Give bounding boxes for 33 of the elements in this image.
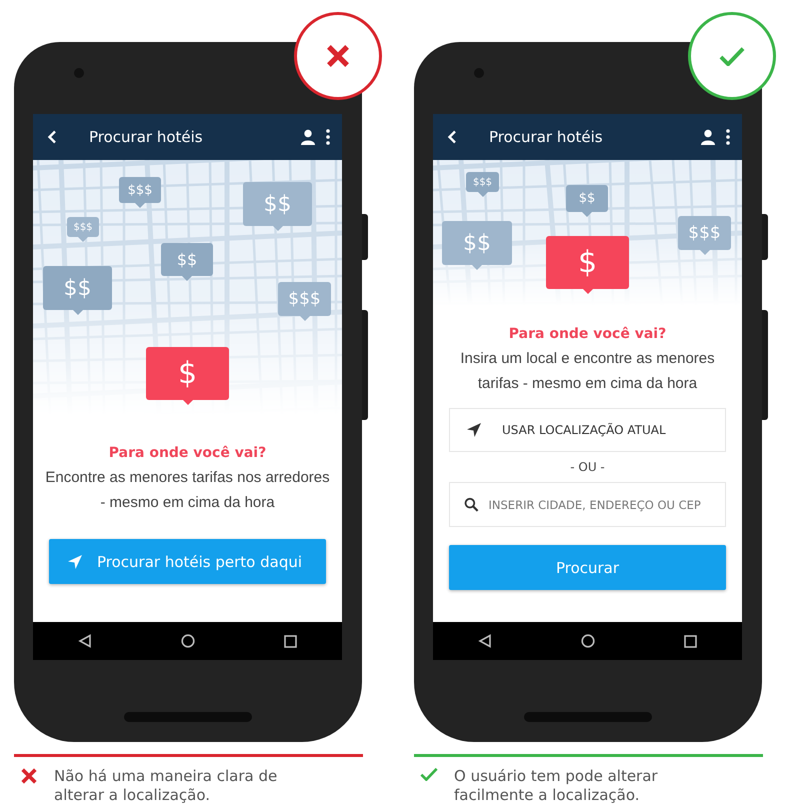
home-nav-icon[interactable] [180,634,195,648]
cross-icon [325,43,351,69]
screen-title: Procurar hotéis [488,128,604,146]
search-button[interactable]: Procurar [449,545,726,590]
caption-text: O usuário tem pode alterar facilmente a localização. [454,767,659,805]
navigation-arrow-icon [67,554,83,570]
screen-title: Procurar hotéis [88,128,204,146]
profile-icon[interactable] [300,129,316,145]
or-separator: - OU - [569,460,606,474]
back-nav-icon[interactable] [478,634,492,648]
prompt-heading: Para onde você vai? [108,445,266,461]
search-icon [464,497,479,512]
prompt-description: Encontre as menores tarifas nos arredores - mesmo em cima da hora [44,468,331,513]
back-nav-icon[interactable] [78,634,92,648]
caption-text: Não há uma maneira clara de alterar a localização. [54,767,278,805]
profile-icon[interactable] [700,129,716,145]
prompt-description: Insira um local e encontre as menores tarifas - mesmo em cima da hora [459,349,716,394]
search-field[interactable]: INSERIR CIDADE, ENDEREÇO OU CEP [449,482,726,527]
prompt-heading: Para onde você vai? [508,326,666,342]
search-nearby-button[interactable]: Procurar hotéis perto daqui [49,539,326,584]
navigation-arrow-icon [466,422,482,438]
check-icon [719,46,745,66]
back-icon[interactable] [447,130,457,144]
home-nav-icon[interactable] [580,634,595,648]
check-icon [420,767,438,782]
current-location-option[interactable]: USAR LOCALIZAÇÃO ATUAL [449,408,726,452]
search-input[interactable]: INSERIR CIDADE, ENDEREÇO OU CEP [488,498,711,512]
back-icon[interactable] [47,130,57,144]
more-icon[interactable] [726,129,730,145]
cross-icon [20,767,38,785]
recents-nav-icon[interactable] [684,634,698,648]
more-icon[interactable] [326,129,330,145]
recents-nav-icon[interactable] [284,634,298,648]
